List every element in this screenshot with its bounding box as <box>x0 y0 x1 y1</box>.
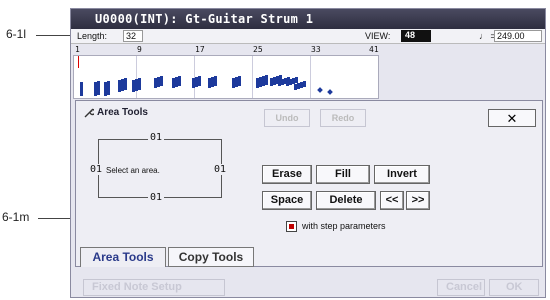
screen: U0000(INT): Gt-Guitar Strum 1 Length: 32… <box>70 8 546 298</box>
ruler-tick: 41 <box>369 45 379 54</box>
fill-button[interactable]: Fill <box>316 165 370 184</box>
ruler-tick: 17 <box>195 45 205 54</box>
note-mark <box>97 81 100 95</box>
area-bottom-value[interactable]: 01 <box>148 192 165 203</box>
note-mark <box>303 81 306 87</box>
shift-right-button[interactable]: >> <box>406 191 430 210</box>
undo-button[interactable]: Undo <box>264 109 310 127</box>
space-button[interactable]: Space <box>262 191 312 210</box>
area-right-value[interactable]: 01 <box>212 164 229 175</box>
note-mark <box>327 89 333 95</box>
callout-6-1l: 6-1l <box>6 27 27 41</box>
area-top-value[interactable]: 01 <box>148 132 165 143</box>
step-ruler: 1 9 17 25 33 41 <box>73 45 379 55</box>
note-mark <box>214 76 217 86</box>
callout-line-top <box>36 35 70 36</box>
playhead <box>78 56 79 68</box>
note-mark <box>138 78 141 90</box>
note-mark <box>265 75 268 85</box>
fixed-note-setup-button[interactable]: Fixed Note Setup <box>83 279 225 296</box>
note-mark <box>317 87 323 93</box>
wrench-icon <box>84 108 94 117</box>
info-row: Length: 32 VIEW: 48 ♩ = 249.00 <box>71 29 545 44</box>
note-mark <box>80 82 83 96</box>
note-mark <box>198 76 201 86</box>
area-tools-panel: Area Tools Undo Redo ✕ 01 01 Select an a… <box>75 100 543 267</box>
view-label: VIEW: <box>365 31 391 41</box>
area-left-value[interactable]: 01 <box>88 164 105 175</box>
panel-title: Area Tools <box>84 107 148 118</box>
note-grid[interactable] <box>73 55 379 99</box>
note-mark <box>238 76 241 86</box>
ruler-tick: 1 <box>75 45 80 54</box>
tempo-field[interactable]: 249.00 <box>494 30 542 42</box>
close-icon: ✕ <box>506 111 518 126</box>
note-mark <box>107 81 110 95</box>
redo-button[interactable]: Redo <box>320 109 366 127</box>
note-mark <box>160 76 163 86</box>
note-mark <box>178 76 181 86</box>
tab-area-tools[interactable]: Area Tools <box>80 247 166 267</box>
callout-line-mid <box>38 218 74 219</box>
view-field[interactable]: 48 <box>401 30 431 42</box>
length-label: Length: <box>77 31 108 41</box>
delete-button[interactable]: Delete <box>316 191 376 210</box>
close-button[interactable]: ✕ <box>488 109 536 127</box>
tab-copy-tools[interactable]: Copy Tools <box>168 247 254 267</box>
step-parameters-label: with step parameters <box>302 221 386 231</box>
callout-6-1m: 6-1m <box>2 210 30 224</box>
ruler-tick: 33 <box>311 45 321 54</box>
ok-button[interactable]: OK <box>489 279 539 296</box>
checkbox-checked-mark <box>289 224 294 229</box>
shift-left-button[interactable]: << <box>380 191 404 210</box>
length-field[interactable]: 32 <box>123 30 143 42</box>
invert-button[interactable]: Invert <box>374 165 430 184</box>
window-title: U0000(INT): Gt-Guitar Strum 1 <box>71 9 545 29</box>
note-mark <box>124 78 127 90</box>
panel-title-text: Area Tools <box>97 107 148 118</box>
erase-button[interactable]: Erase <box>262 165 312 184</box>
cancel-button[interactable]: Cancel <box>437 279 485 296</box>
ruler-tick: 9 <box>137 45 142 54</box>
step-parameters-checkbox[interactable] <box>286 221 297 232</box>
select-area-hint: Select an area. <box>106 166 160 175</box>
ruler-tick: 25 <box>253 45 263 54</box>
